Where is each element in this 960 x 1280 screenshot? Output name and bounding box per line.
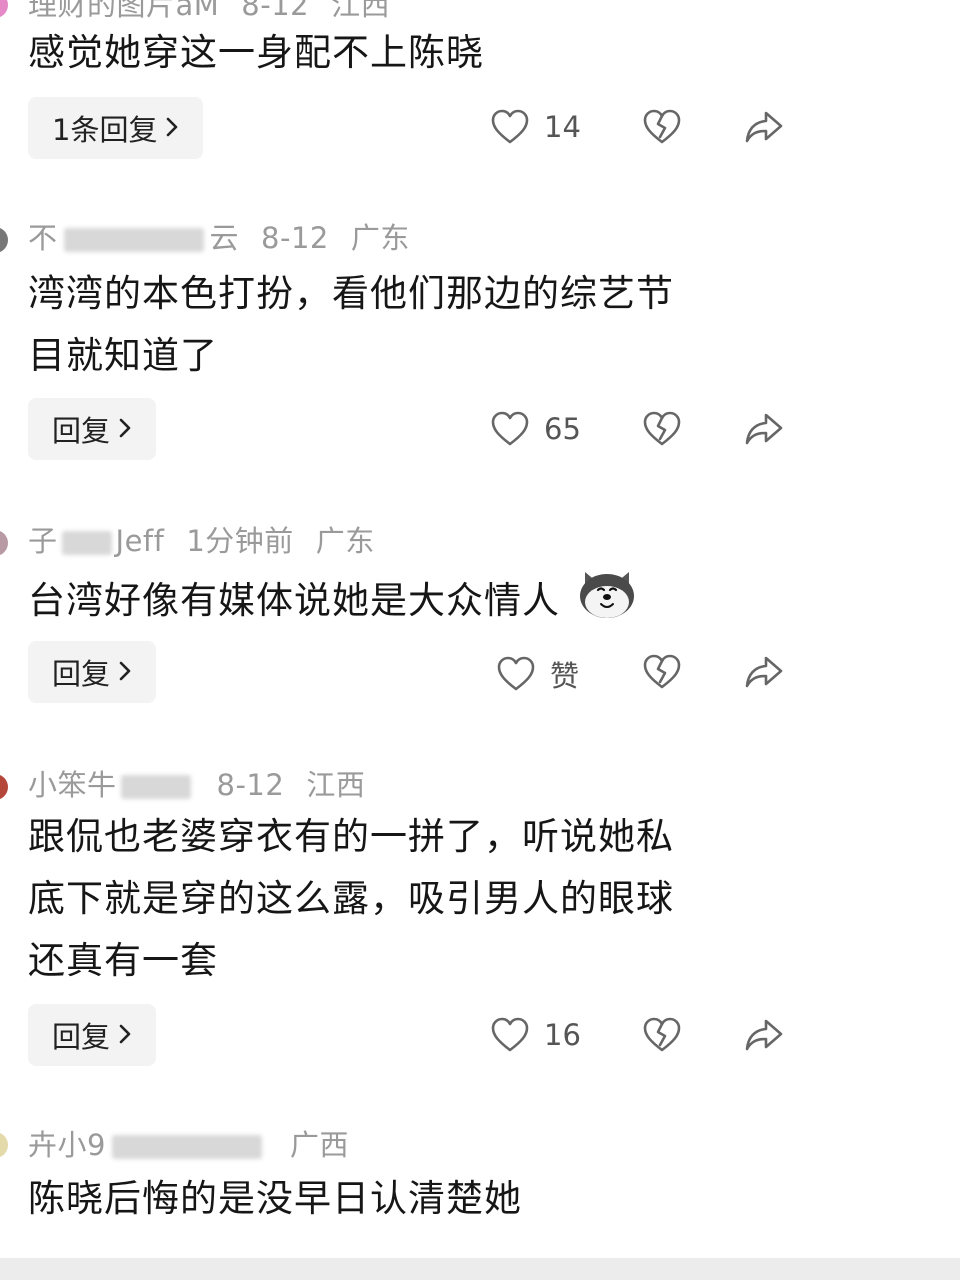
avatar[interactable] (0, 530, 8, 556)
author-name-visible: 子 (28, 524, 58, 558)
comment-text: 跟侃也老婆穿衣有的一拼了，听说她私 底下就是穿的这么露，吸引男人的眼球 还真有一… (28, 806, 798, 992)
comment-text: 陈晓后悔的是没早日认清楚她 (28, 1168, 798, 1230)
reply-button[interactable]: 1条回复 (28, 97, 204, 159)
broken-heart-icon (643, 1017, 681, 1052)
comment-region: 广西 (289, 1128, 349, 1162)
reply-button[interactable]: 回复 (28, 641, 157, 703)
comment-line: 感觉她穿这一身配不上陈晓 (28, 31, 484, 74)
comment-meta: 小笨牛 8-12 江西 (28, 762, 387, 804)
avatar[interactable] (0, 227, 8, 253)
comment-line: 湾湾的本色打扮，看他们那边的综艺节 (28, 272, 674, 315)
avatar[interactable] (0, 1132, 8, 1158)
author-name[interactable]: 卉小9 (28, 1128, 268, 1162)
comment-line: 跟侃也老婆穿衣有的一拼了，听说她私 (28, 815, 674, 858)
redacted-name-blur (63, 228, 204, 252)
like-button[interactable]: 赞 (496, 653, 579, 695)
comment-line: 还真有一套 (28, 939, 218, 982)
reply-button[interactable]: 回复 (28, 398, 157, 460)
broken-heart-icon (643, 411, 681, 446)
chevron-right-icon (165, 111, 179, 145)
author-name[interactable]: 子 Jeff (28, 524, 164, 558)
reply-button[interactable]: 回复 (28, 1004, 157, 1066)
author-name-visible: 不 (28, 221, 58, 255)
broken-heart-icon (643, 109, 681, 144)
chevron-right-icon (118, 1018, 132, 1052)
comment-meta: 卉小9 广西 (28, 1122, 371, 1164)
comment-text: 感觉她穿这一身配不上陈晓 (28, 22, 798, 84)
avatar[interactable] (0, 0, 8, 18)
dislike-button[interactable] (642, 1016, 682, 1054)
comment-text: 台湾好像有媒体说她是大众情人 (28, 566, 798, 639)
broken-heart-icon (643, 654, 681, 689)
share-button[interactable] (744, 108, 784, 146)
comment-region: 江西 (306, 768, 366, 802)
heart-outline-icon (491, 1017, 529, 1052)
author-name-visible: 卉小9 (28, 1128, 106, 1162)
author-name[interactable]: 不云 (28, 221, 239, 255)
heart-outline-icon (497, 656, 535, 691)
comment-line: 陈晓后悔的是没早日认清楚她 (28, 1177, 522, 1220)
author-name-visible: 小笨牛 (28, 768, 117, 802)
comment-region: 广东 (315, 524, 375, 558)
comment-region: 江西 (331, 0, 391, 22)
like-count: 16 (544, 1018, 581, 1052)
share-button[interactable] (744, 1016, 784, 1054)
comment-line: 底下就是穿的这么露，吸引男人的眼球 (28, 877, 674, 920)
author-name-suffix: Jeff (115, 524, 165, 558)
chevron-right-icon (118, 412, 132, 446)
comment-meta: 不云 8-12 广东 (28, 215, 432, 257)
comment-text: 湾湾的本色打扮，看他们那边的综艺节 目就知道了 (28, 263, 798, 387)
dislike-button[interactable] (642, 108, 682, 146)
chevron-right-icon (118, 655, 132, 689)
like-count: 赞 (550, 659, 580, 693)
like-button[interactable]: 16 (490, 1016, 581, 1054)
share-arrow-icon (745, 111, 783, 143)
comment-line: 目就知道了 (28, 334, 218, 377)
share-button[interactable] (744, 653, 784, 691)
reply-label: 回复 (52, 657, 111, 691)
reply-label: 1条回复 (52, 113, 158, 147)
share-button[interactable] (744, 410, 784, 448)
share-arrow-icon (745, 413, 783, 445)
comment-date: 8-12 (241, 0, 310, 22)
comment-line: 台湾好像有媒体说她是大众情人 (28, 566, 798, 639)
comment-date: 8-12 (261, 221, 329, 255)
comment-date: 1分钟前 (186, 524, 294, 558)
redacted-name-blur (120, 775, 191, 799)
author-name[interactable]: 理财的图片aM (28, 0, 219, 22)
like-count: 65 (544, 412, 581, 446)
like-button[interactable]: 14 (490, 108, 581, 146)
reply-label: 回复 (52, 414, 111, 448)
author-name-suffix: 云 (209, 221, 240, 255)
bottom-bar (0, 1258, 960, 1280)
comment-region: 广东 (350, 221, 410, 255)
like-count: 14 (544, 110, 581, 144)
redacted-name-blur (111, 1135, 262, 1159)
share-arrow-icon (745, 656, 783, 688)
heart-outline-icon (491, 109, 529, 144)
author-name[interactable]: 小笨牛 (28, 768, 195, 802)
dislike-button[interactable] (642, 410, 682, 448)
comment-meta: 子 Jeff 1分钟前 广东 (28, 518, 397, 560)
redacted-name-blur (61, 531, 112, 555)
comment-meta: 理财的图片aM 8-12 江西 (28, 0, 412, 24)
comment-date: 8-12 (216, 768, 285, 802)
dog-face-emoji (577, 566, 637, 639)
dislike-button[interactable] (642, 653, 682, 691)
like-button[interactable]: 65 (490, 410, 581, 448)
reply-label: 回复 (52, 1020, 111, 1054)
share-arrow-icon (745, 1019, 783, 1051)
heart-outline-icon (491, 411, 529, 446)
comment-line-text: 台湾好像有媒体说她是大众情人 (28, 579, 560, 622)
avatar[interactable] (0, 774, 8, 800)
